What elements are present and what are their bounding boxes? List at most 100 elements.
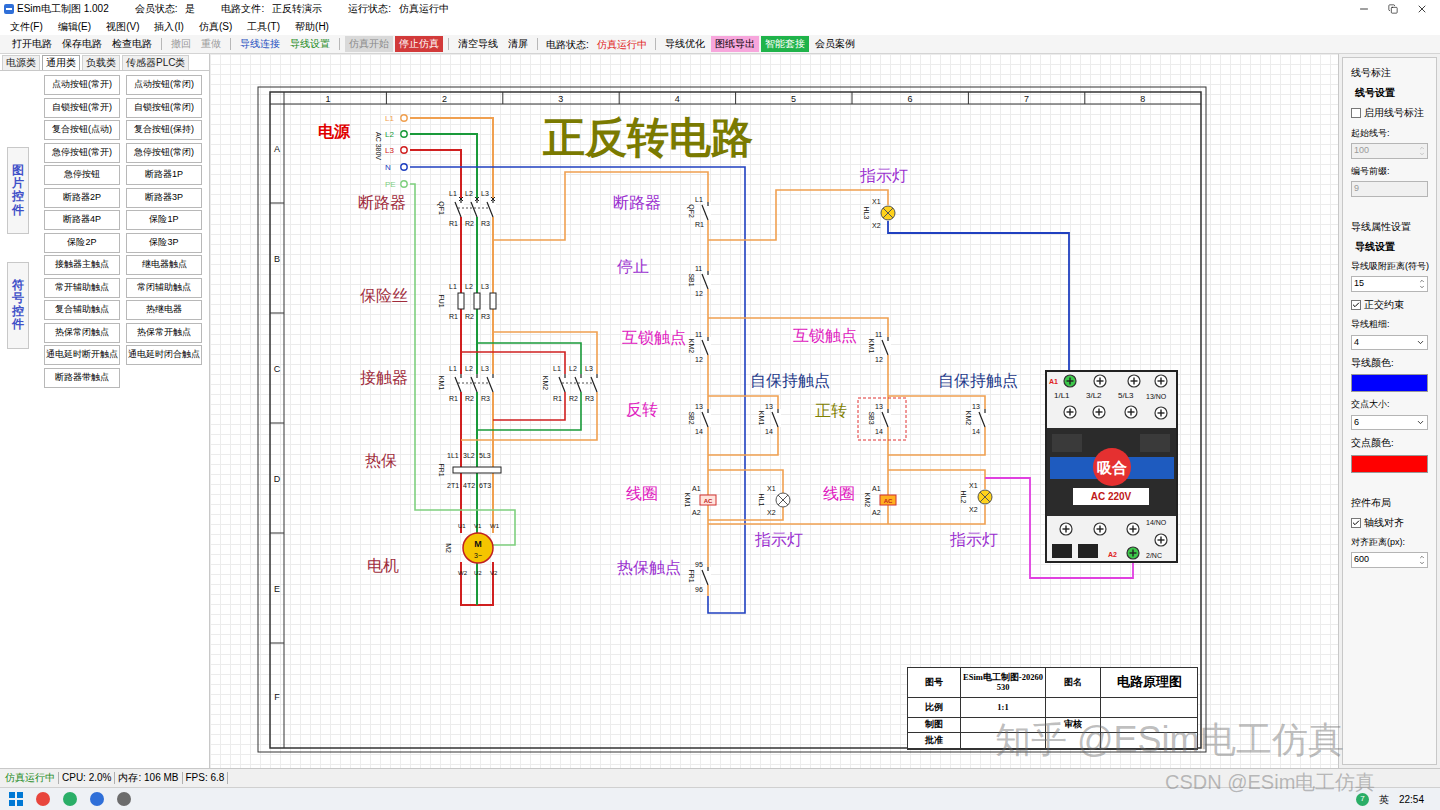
- component-button[interactable]: 断路器带触点: [44, 368, 120, 388]
- field[interactable]: 15: [1351, 276, 1428, 292]
- dropdown-icon[interactable]: [1416, 418, 1425, 427]
- field[interactable]: 9: [1351, 181, 1428, 197]
- menu-item[interactable]: 插入(I): [154, 19, 183, 34]
- checkbox-row[interactable]: 启用线号标注: [1351, 106, 1428, 120]
- notification-badge[interactable]: 7: [1356, 793, 1369, 806]
- wire[interactable]: [708, 470, 783, 520]
- wire[interactable]: [493, 172, 708, 596]
- taskbar-app-icon[interactable]: [116, 791, 132, 807]
- contact[interactable]: 1314KM2: [965, 403, 988, 435]
- color-swatch[interactable]: [1351, 455, 1428, 473]
- minimize-icon[interactable]: [1358, 3, 1370, 15]
- component-button[interactable]: 常开辅助触点: [44, 278, 120, 298]
- power-terminal[interactable]: PE: [385, 180, 407, 189]
- toolbar-button[interactable]: 撤回: [167, 36, 195, 52]
- component-button[interactable]: 保险2P: [44, 233, 120, 253]
- field[interactable]: 4: [1351, 335, 1428, 351]
- three-pole-device[interactable]: L1R1L2R2L3R3KM1: [438, 365, 496, 402]
- circuit-diagram[interactable]: 12345678ABCDEF正反转电路L1L2L3NPEAC 380VL1R1L…: [210, 54, 1338, 768]
- increment-icon[interactable]: [1419, 554, 1425, 560]
- field[interactable]: 600: [1351, 552, 1428, 568]
- power-terminal[interactable]: L1: [385, 114, 407, 123]
- wire[interactable]: [888, 221, 1069, 373]
- toolbar-button[interactable]: 智能套接: [761, 36, 809, 52]
- category-tab[interactable]: 电源类: [2, 55, 40, 70]
- menu-item[interactable]: 文件(F): [10, 19, 43, 34]
- increment-icon[interactable]: [1419, 145, 1425, 151]
- component-button[interactable]: 热保常闭触点: [44, 323, 120, 343]
- component-button[interactable]: 自锁按钮(常闭): [126, 98, 202, 118]
- menu-item[interactable]: 仿真(S): [199, 19, 232, 34]
- taskbar-app-icon[interactable]: [35, 791, 51, 807]
- component-button[interactable]: 急停按钮: [44, 165, 120, 185]
- contact[interactable]: L1R1QF2: [687, 196, 711, 228]
- toolbar-button[interactable]: 打开电路: [8, 36, 56, 52]
- menu-item[interactable]: 视图(V): [106, 19, 139, 34]
- menu-item[interactable]: 帮助(H): [295, 19, 329, 34]
- component-button[interactable]: 复合按钮(保持): [126, 120, 202, 140]
- wire[interactable]: [708, 396, 778, 455]
- taskbar-app-icon[interactable]: [8, 791, 24, 807]
- component-button[interactable]: 继电器触点: [126, 255, 202, 275]
- decrement-icon[interactable]: [1419, 284, 1425, 290]
- component-button[interactable]: 常闭辅助触点: [126, 278, 202, 298]
- contact[interactable]: 9596FR1: [688, 561, 711, 593]
- contact[interactable]: 1112KM1: [868, 331, 891, 363]
- component-button[interactable]: 复合按钮(点动): [44, 120, 120, 140]
- toolbar-button[interactable]: 导线优化: [661, 36, 709, 52]
- component-button[interactable]: 通电延时闭合触点: [126, 345, 202, 365]
- toolbar-button[interactable]: 导线连接: [236, 36, 284, 52]
- coil[interactable]: ACA1A2KM2: [864, 485, 896, 516]
- wire[interactable]: [461, 332, 597, 440]
- component-button[interactable]: 复合辅助触点: [44, 300, 120, 320]
- three-pole-device[interactable]: L1R1L2R2L3R3FU1: [438, 283, 496, 320]
- contact[interactable]: 1112KM2: [688, 331, 711, 363]
- toolbar-button[interactable]: 保存电路: [58, 36, 106, 52]
- category-tab[interactable]: 通用类: [42, 55, 80, 70]
- checkbox-row[interactable]: 正交约束: [1351, 298, 1428, 312]
- component-button[interactable]: 保险1P: [126, 210, 202, 230]
- dropdown-icon[interactable]: [1416, 338, 1425, 347]
- toolbar-button[interactable]: 导线设置: [286, 36, 334, 52]
- wire[interactable]: [888, 505, 985, 524]
- toolbar-button[interactable]: 会员案例: [811, 36, 859, 52]
- toolbar-button[interactable]: 检查电路: [108, 36, 156, 52]
- increment-icon[interactable]: [1419, 278, 1425, 284]
- wire[interactable]: [708, 190, 888, 240]
- wire[interactable]: [708, 318, 888, 524]
- component-button[interactable]: 点动按钮(常开): [44, 75, 120, 95]
- toolbar-button[interactable]: 重做: [197, 36, 225, 52]
- side-tab-button[interactable]: 图片控件: [7, 147, 29, 234]
- contact[interactable]: 1314KM1: [758, 403, 781, 435]
- motor[interactable]: M3~U1V1W1W2U2V2M2: [445, 523, 500, 576]
- toolbar-button[interactable]: 清空导线: [454, 36, 502, 52]
- clock[interactable]: 22:54: [1399, 792, 1424, 807]
- component-button[interactable]: 热保常开触点: [126, 323, 202, 343]
- component-button[interactable]: 断路器1P: [126, 165, 202, 185]
- decrement-icon[interactable]: [1419, 560, 1425, 566]
- category-tab[interactable]: 传感器PLC类: [122, 55, 189, 70]
- wire[interactable]: [888, 396, 985, 455]
- component-button[interactable]: 断路器2P: [44, 188, 120, 208]
- coil[interactable]: ACA1A2KM1: [684, 485, 716, 516]
- field[interactable]: 6: [1351, 415, 1428, 431]
- component-button[interactable]: 断路器3P: [126, 188, 202, 208]
- toolbar-button[interactable]: 仿真开始: [345, 36, 393, 52]
- wire[interactable]: [888, 470, 985, 489]
- menu-item[interactable]: 编辑(E): [58, 19, 91, 34]
- component-button[interactable]: 急停按钮(常开): [44, 143, 120, 163]
- wire[interactable]: [410, 150, 461, 533]
- checkbox-row[interactable]: 轴线对齐: [1351, 516, 1428, 530]
- taskbar-app-icon[interactable]: [89, 791, 105, 807]
- three-pole-device[interactable]: 1L12T13L24T25L36T3FR1: [438, 452, 501, 489]
- toolbar-button[interactable]: 图纸导出: [711, 36, 759, 52]
- component-button[interactable]: 断路器4P: [44, 210, 120, 230]
- contact[interactable]: 1112SB1: [688, 265, 711, 297]
- three-pole-device[interactable]: L1R1L2R2L3R3KM2: [542, 365, 600, 402]
- component-button[interactable]: 保险3P: [126, 233, 202, 253]
- tray-item[interactable]: 英: [1379, 792, 1389, 807]
- contactor-widget[interactable]: A11/L13/L25/L313/NO吸合AC 220V14/NOA22/NC: [1045, 370, 1178, 563]
- component-button[interactable]: 热继电器: [126, 300, 202, 320]
- wire[interactable]: [708, 523, 888, 525]
- taskbar-app-icon[interactable]: [62, 791, 78, 807]
